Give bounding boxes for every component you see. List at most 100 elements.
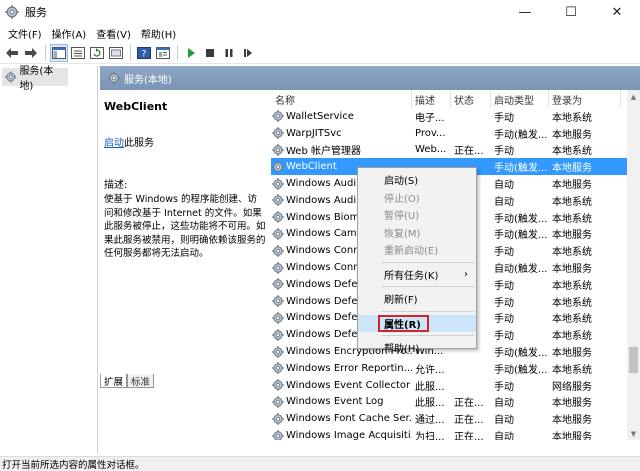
minimize-button[interactable]: — (502, 0, 548, 24)
table-row[interactable]: WalletService 电子... 手动 本地系统 (271, 108, 627, 125)
service-gear-icon (272, 127, 284, 139)
show-console-tree-icon[interactable] (50, 43, 68, 62)
table-row[interactable]: Windows Event Collector 此服... 手动 网络服务 (271, 377, 627, 394)
cell-start: 手动 (494, 112, 514, 124)
scroll-up-icon[interactable]: ▲ (627, 90, 640, 103)
tab-standard[interactable]: 标准 (127, 374, 155, 388)
table-row[interactable]: WarpJITSvc Prov... 手动(触发... 本地服务 (271, 125, 627, 142)
cell-logon: 本地服务 (552, 264, 592, 276)
ctx-separator (382, 335, 474, 336)
cell-start: 手动(触发... (494, 163, 548, 175)
cell-status (451, 377, 491, 394)
cell-desc: 通过... (415, 415, 445, 427)
service-gear-icon (272, 178, 284, 190)
column-startup-type[interactable]: 启动类型 (491, 90, 549, 108)
ctx-help[interactable]: 帮助(H) (358, 339, 476, 357)
services-gear-icon (5, 71, 16, 83)
scroll-thumb[interactable] (629, 347, 638, 373)
service-name: Windows Conr (286, 262, 358, 274)
services-gear-icon (5, 5, 19, 19)
forward-icon[interactable] (22, 44, 40, 62)
cell-desc: 此服... (415, 398, 445, 410)
ctx-resume[interactable]: 恢复(M) (358, 224, 476, 242)
column-name[interactable]: ^ 名称 (271, 90, 412, 108)
console-tree: 服务(本地) (0, 66, 98, 454)
scroll-down-icon[interactable]: ▼ (627, 427, 640, 440)
table-row[interactable]: Windows Event Log 此服... 正在... 自动 本地服务 (271, 394, 627, 411)
properties-icon[interactable] (154, 44, 172, 62)
cell-logon: 本地系统 (552, 146, 592, 158)
description-text: 使基于 Windows 的程序能创建、访问和修改基于 Internet 的文件。… (104, 194, 266, 259)
cell-logon: 本地服务 (552, 180, 592, 192)
service-gear-icon (272, 228, 284, 240)
back-icon[interactable] (3, 44, 21, 62)
view-tabs: 扩展 标准 (100, 374, 155, 388)
refresh-icon[interactable] (88, 44, 106, 62)
ctx-all-tasks-label: 所有任务(K) (384, 270, 439, 282)
column-header: ^ 名称 描述 状态 启动类型 登录为 (271, 90, 627, 108)
table-row[interactable]: Windows Font Cache Ser... 通过... 正在... 自动 本地服… (271, 410, 627, 427)
service-name: Windows Font Cache Ser... (286, 413, 412, 425)
toolbar-separator (177, 44, 178, 61)
stop-icon[interactable] (201, 44, 219, 62)
cell-logon: 本地系统 (552, 297, 592, 309)
service-name: Windows Biom (286, 211, 360, 223)
list-view-icon[interactable] (69, 44, 87, 62)
cell-logon: 本地服务 (552, 398, 592, 410)
ctx-start[interactable]: 启动(S) (358, 171, 476, 189)
ctx-pause[interactable]: 暂停(U) (358, 206, 476, 224)
services-gear-icon (108, 72, 120, 84)
tab-extended[interactable]: 扩展 (100, 374, 128, 388)
cell-logon: 本地系统 (552, 364, 592, 376)
service-name: Windows Defe (286, 312, 358, 324)
highlight-box (378, 314, 429, 332)
ctx-all-tasks[interactable]: 所有任务(K) › (358, 266, 476, 284)
cell-start: 手动 (494, 314, 514, 326)
start-service-link[interactable]: 启动 (104, 138, 124, 149)
maximize-button[interactable]: ☐ (548, 0, 594, 24)
submenu-arrow-icon: › (464, 268, 468, 280)
service-gear-icon (272, 430, 284, 440)
restart-icon[interactable] (239, 44, 257, 62)
service-gear-icon (272, 144, 284, 156)
menu-help[interactable]: 帮助(H) (136, 26, 181, 41)
cell-logon: 本地服务 (552, 230, 592, 242)
cell-start: 自动 (494, 432, 514, 440)
cell-status: 正在... (454, 415, 484, 427)
column-description[interactable]: 描述 (412, 90, 451, 108)
menu-file[interactable]: 文件(F) (3, 26, 47, 41)
table-row[interactable]: Windows Image Acquisiti... 为扫... 正在... 自动 本地… (271, 427, 627, 440)
start-service-line: 启动此服务 (104, 134, 266, 149)
ctx-restart[interactable]: 重新启动(E) (358, 241, 476, 259)
cell-logon: 本地服务 (552, 163, 592, 175)
service-gear-icon (272, 362, 284, 374)
table-row[interactable]: Web 帐户管理器 Web... 正在... 手动 本地系统 (271, 142, 627, 159)
ctx-stop[interactable]: 停止(O) (358, 189, 476, 207)
tree-item-services-local[interactable]: 服务(本地) (2, 66, 68, 92)
column-log-on-as[interactable]: 登录为 (549, 90, 621, 108)
cell-logon: 本地服务 (552, 129, 592, 141)
cell-logon: 本地系统 (552, 280, 592, 292)
window-title: 服务 (25, 6, 47, 19)
export-list-icon[interactable] (107, 44, 125, 62)
column-status[interactable]: 状态 (451, 90, 491, 108)
menu-action[interactable]: 操作(A) (47, 26, 92, 41)
menu-view[interactable]: 查看(V) (91, 26, 136, 41)
service-name: Windows Cam (286, 228, 357, 240)
svg-text:?: ? (142, 49, 147, 59)
play-icon[interactable] (182, 44, 200, 62)
help-icon[interactable]: ? (135, 44, 153, 62)
service-gear-icon (272, 110, 284, 122)
ctx-refresh[interactable]: 刷新(F) (358, 290, 476, 308)
table-row[interactable]: Windows Error Reportin... 允许... 手动(触发... 本地… (271, 360, 627, 377)
vertical-scrollbar[interactable]: ▲ ▼ (627, 90, 640, 440)
title-bar: 服务 — ☐ ✕ (0, 0, 640, 24)
pause-icon[interactable] (220, 44, 238, 62)
close-button[interactable]: ✕ (594, 0, 640, 24)
cell-logon: 本地服务 (552, 415, 592, 427)
sort-up-icon: ^ (341, 90, 349, 94)
service-gear-icon (272, 194, 284, 206)
ctx-properties[interactable]: 属性(R) (358, 314, 476, 332)
content-header-title: 服务(本地) (124, 74, 172, 86)
service-gear-icon (272, 278, 284, 290)
